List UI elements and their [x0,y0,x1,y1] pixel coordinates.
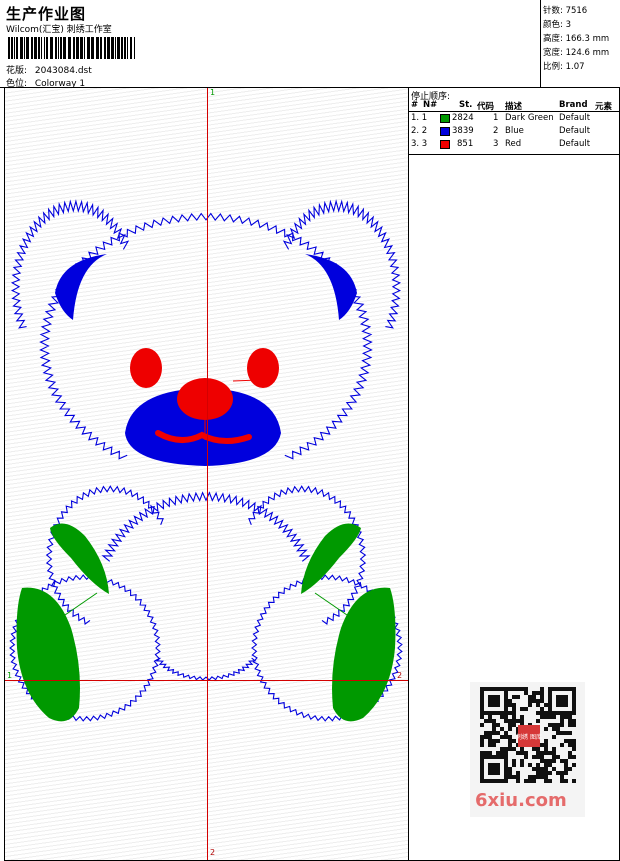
table-header: # N# St. 代码 描述 Brand 元素 [409,100,619,112]
color-swatch [440,140,450,149]
body-outline [101,491,311,562]
row-code: 2 [493,126,499,136]
left-arm-outline [45,485,164,625]
row-brand: Default [559,126,591,136]
axis-label-bottom: 2 [210,848,216,857]
panel-divider [409,154,620,155]
page-title: 生产作业图 [6,5,87,23]
row-stitches: 3839 [452,126,474,136]
row-brand: Default [559,113,591,123]
right-hand [301,523,361,594]
table-row[interactable]: 2. 2 3839 2 Blue Default [409,125,619,138]
qr-code-icon: 刺绣 图库 [480,687,576,783]
stat-value: 7516 [565,6,588,16]
stat-value: 124.6 mm [565,48,610,58]
row-index: 2. 2 [411,126,428,136]
stat-label: 宽度: [543,48,563,58]
stats-box: 针数: 7516 颜色: 3 高度: 166.3 mm 宽度: 124.6 mm… [540,0,620,88]
col-description: 描述 [505,102,523,112]
left-cheek [130,348,162,388]
header: 生产作业图 Wilcom(汇宝) 刺绣工作室 花版: 2043084.dst 色… [0,0,620,89]
color-swatch [440,127,450,136]
axis-label-left: 1 [7,671,13,680]
right-inner-ear [305,254,357,320]
right-foot [332,587,396,722]
row-description: Red [505,139,522,149]
col-code: 代码 [477,102,495,112]
barcode [8,37,135,59]
row-index: 1. 1 [411,113,428,123]
stat-colors: 颜色: 3 [543,18,620,32]
table-row[interactable]: 1. 1 2824 1 Dark Green Default [409,112,619,125]
row-description: Dark Green [505,113,554,123]
design-file-line: 花版: 2043084.dst [6,63,92,76]
col-number: N# [423,100,438,110]
panel-title: 停止顺序: [411,92,451,102]
color-swatch [440,114,450,123]
stat-value: 166.3 mm [565,34,610,44]
company-name: Wilcom(汇宝) 刺绣工作室 [6,25,112,35]
axis-label-top: 1 [210,88,216,97]
row-code: 3 [493,139,499,149]
left-foot [16,587,80,722]
legs-outline [155,657,257,681]
stat-label: 颜色: [543,20,563,30]
stat-label: 高度: [543,34,563,44]
design-canvas[interactable]: 1 2 1 2 [4,88,409,861]
stat-value: 1.07 [565,62,585,72]
row-stitches: 2824 [452,113,474,123]
right-cheek [247,348,279,388]
row-index: 3. 3 [411,139,428,149]
row-description: Blue [505,126,524,136]
nose [177,378,233,420]
col-stitches: St. [459,100,473,110]
axis-label-right: 2 [397,671,403,680]
row-stitches: 851 [457,139,474,149]
stat-value: 3 [565,20,571,30]
stat-stitches: 针数: 7516 [543,4,620,18]
row-brand: Default [559,139,591,149]
stat-width: 宽度: 124.6 mm [543,46,620,60]
table-row[interactable]: 3. 3 851 3 Red Default [409,138,619,151]
vertical-axis [207,88,208,860]
design-file-label: 花版: [6,66,28,76]
col-element: 元素 [595,102,613,112]
row-code: 1 [493,113,499,123]
horizontal-axis [5,680,408,681]
design-file-value: 2043084.dst [34,66,92,76]
stat-label: 针数: [543,6,563,16]
stat-label: 比例: [543,62,563,72]
watermark-text: 6xiu.com [475,790,567,811]
col-brand: Brand [559,100,588,110]
stat-height: 高度: 166.3 mm [543,32,620,46]
left-inner-ear [55,254,107,320]
svg-text:刺绣 图库: 刺绣 图库 [516,733,542,741]
stat-scale: 比例: 1.07 [543,60,620,74]
col-index: # [411,100,419,110]
right-arm-outline [248,485,367,625]
